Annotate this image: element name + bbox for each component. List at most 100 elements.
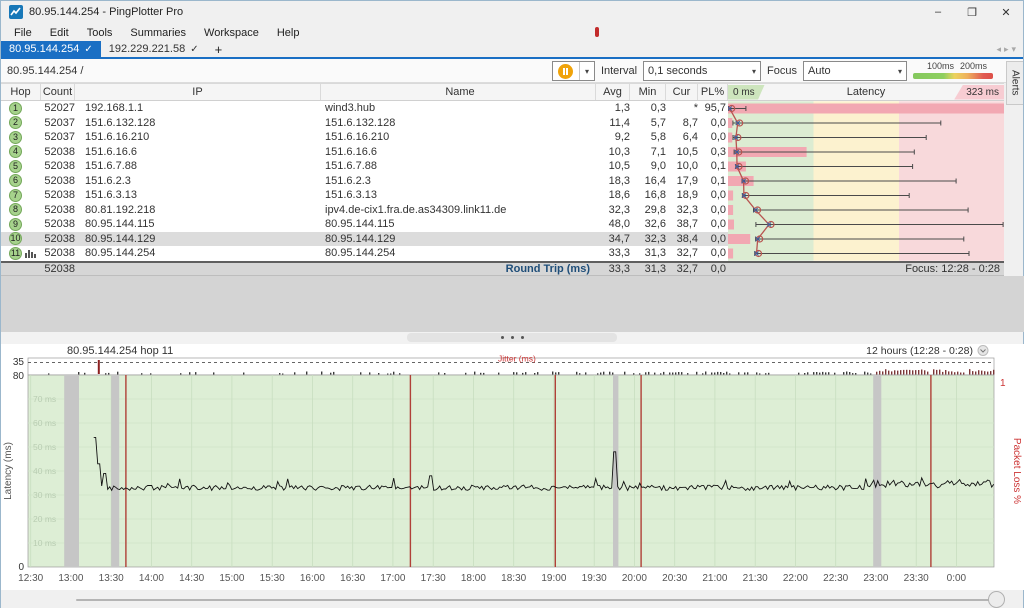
cur-cell: 18,9 <box>666 189 698 201</box>
hop-badge: 11 <box>9 247 22 260</box>
menu-item-tools[interactable]: Tools <box>78 24 122 42</box>
cur-cell: 6,4 <box>666 131 698 143</box>
menu-item-edit[interactable]: Edit <box>41 24 78 42</box>
tab-192.229.221.58[interactable]: 192.229.221.58 ✓ <box>101 41 207 57</box>
cur-cell: 8,7 <box>666 117 698 129</box>
column-header-latency[interactable]: 0 ms Latency 323 ms <box>728 84 1004 100</box>
ip-cell: 151.6.2.3 <box>75 175 321 187</box>
hop-badge: 1 <box>9 102 22 115</box>
ip-cell: 80.95.144.115 <box>75 218 321 230</box>
name-cell: wind3.hub <box>321 102 596 114</box>
svg-text:40 ms: 40 ms <box>33 466 56 476</box>
round-trip-pl: 0,0 <box>698 263 728 275</box>
hop-table: Hop Count IP Name Avg Min Cur PL% 0 ms L… <box>1 83 1004 276</box>
h-scrollbar-thumb[interactable] <box>988 591 1005 608</box>
ip-cell: 192.168.1.1 <box>75 102 321 114</box>
min-cell: 9,0 <box>630 160 666 172</box>
column-header-cur[interactable]: Cur <box>666 84 698 100</box>
round-trip-label: Round Trip (ms) <box>321 263 596 275</box>
avg-cell: 33,3 <box>596 247 630 259</box>
column-header-avg[interactable]: Avg <box>596 84 630 100</box>
timeline-scroll-area <box>1 590 1023 608</box>
column-header-count[interactable]: Count <box>41 84 75 100</box>
timeline-panel[interactable]: 80.95.144.254 hop 1112 hours (12:28 - 0:… <box>1 344 1024 590</box>
hop-badge: 3 <box>9 131 22 144</box>
latency-scale-legend: 100ms 200ms <box>913 61 993 81</box>
new-tab-button[interactable]: + <box>207 42 231 57</box>
svg-text:13:00: 13:00 <box>58 573 83 584</box>
hop-badge: 10 <box>9 232 22 245</box>
count-cell: 52038 <box>41 247 75 259</box>
svg-text:18:30: 18:30 <box>501 573 526 584</box>
svg-text:30 ms: 30 ms <box>33 490 56 500</box>
focus-select[interactable]: Auto ▾ <box>803 61 907 81</box>
splitter-handle[interactable] <box>407 333 617 342</box>
round-trip-count: 52038 <box>41 263 75 275</box>
svg-text:10 ms: 10 ms <box>33 538 56 548</box>
pause-control: ▾ <box>552 61 595 81</box>
round-trip-row: 52038 Round Trip (ms) 33,3 31,3 32,7 0,0… <box>1 261 1004 276</box>
target-address: 80.95.144.254 / <box>7 65 83 77</box>
close-button[interactable]: ✕ <box>989 1 1023 23</box>
min-cell: 16,8 <box>630 189 666 201</box>
alerts-side-tab[interactable]: Alerts <box>1006 61 1023 105</box>
tab-80.95.144.254[interactable]: 80.95.144.254 ✓ <box>1 41 101 57</box>
pl-cell: 0,1 <box>698 160 728 172</box>
svg-text:50 ms: 50 ms <box>33 442 56 452</box>
minimize-button[interactable]: – <box>921 1 955 23</box>
chevron-down-icon: ▾ <box>746 67 756 76</box>
hop-badge: 5 <box>9 160 22 173</box>
pl-cell: 0,3 <box>698 146 728 158</box>
latency-range-graph <box>728 101 1004 261</box>
min-cell: 5,7 <box>630 117 666 129</box>
svg-text:Latency (ms): Latency (ms) <box>3 442 14 500</box>
count-cell: 52038 <box>41 146 75 158</box>
tab-label: 192.229.221.58 <box>109 43 185 55</box>
pl-cell: 0,0 <box>698 117 728 129</box>
hop-badge: 2 <box>9 116 22 129</box>
menu-item-help[interactable]: Help <box>268 24 309 42</box>
tab-label: 80.95.144.254 <box>9 43 79 55</box>
min-cell: 32,6 <box>630 218 666 230</box>
pause-dropdown-icon[interactable]: ▾ <box>579 62 594 80</box>
table-header-row: Hop Count IP Name Avg Min Cur PL% 0 ms L… <box>1 83 1004 101</box>
svg-text:17:00: 17:00 <box>380 573 405 584</box>
name-cell: 151.6.16.6 <box>321 146 596 158</box>
svg-text:13:30: 13:30 <box>99 573 124 584</box>
count-cell: 52038 <box>41 175 75 187</box>
interval-select[interactable]: 0,1 seconds ▾ <box>643 61 761 81</box>
menu-item-workspace[interactable]: Workspace <box>195 24 268 42</box>
interval-value: 0,1 seconds <box>648 65 707 77</box>
cur-cell: 17,9 <box>666 175 698 187</box>
column-header-name[interactable]: Name <box>321 84 596 100</box>
avg-cell: 11,4 <box>596 117 630 129</box>
svg-text:18:00: 18:00 <box>461 573 486 584</box>
title-bar: 80.95.144.254 - PingPlotter Pro – ❐ ✕ <box>1 1 1023 23</box>
column-header-hop[interactable]: Hop <box>1 84 41 100</box>
graph-icon <box>25 248 36 258</box>
cur-cell: 32,3 <box>666 204 698 216</box>
ip-cell: 151.6.16.6 <box>75 146 321 158</box>
svg-text:19:30: 19:30 <box>582 573 607 584</box>
menu-item-file[interactable]: File <box>5 24 41 42</box>
avg-cell: 48,0 <box>596 218 630 230</box>
column-header-min[interactable]: Min <box>630 84 666 100</box>
name-cell: 80.95.144.254 <box>321 247 596 259</box>
svg-text:17:30: 17:30 <box>421 573 446 584</box>
min-cell: 7,1 <box>630 146 666 158</box>
count-cell: 52038 <box>41 189 75 201</box>
svg-text:19:00: 19:00 <box>541 573 566 584</box>
min-cell: 5,8 <box>630 131 666 143</box>
svg-text:22:30: 22:30 <box>823 573 848 584</box>
name-cell: 151.6.2.3 <box>321 175 596 187</box>
timeline-chart[interactable]: 80.95.144.254 hop 1112 hours (12:28 - 0:… <box>1 344 1024 590</box>
column-header-pl[interactable]: PL% <box>698 84 728 100</box>
interval-label: Interval <box>601 65 637 77</box>
column-header-ip[interactable]: IP <box>75 84 321 100</box>
pause-button[interactable] <box>553 62 579 80</box>
count-cell: 52038 <box>41 204 75 216</box>
menu-item-summaries[interactable]: Summaries <box>121 24 195 42</box>
tab-nav-arrows-icon[interactable]: ◂▸▾ <box>996 44 1019 55</box>
h-scrollbar-track[interactable] <box>76 599 997 601</box>
restore-button[interactable]: ❐ <box>955 1 989 23</box>
